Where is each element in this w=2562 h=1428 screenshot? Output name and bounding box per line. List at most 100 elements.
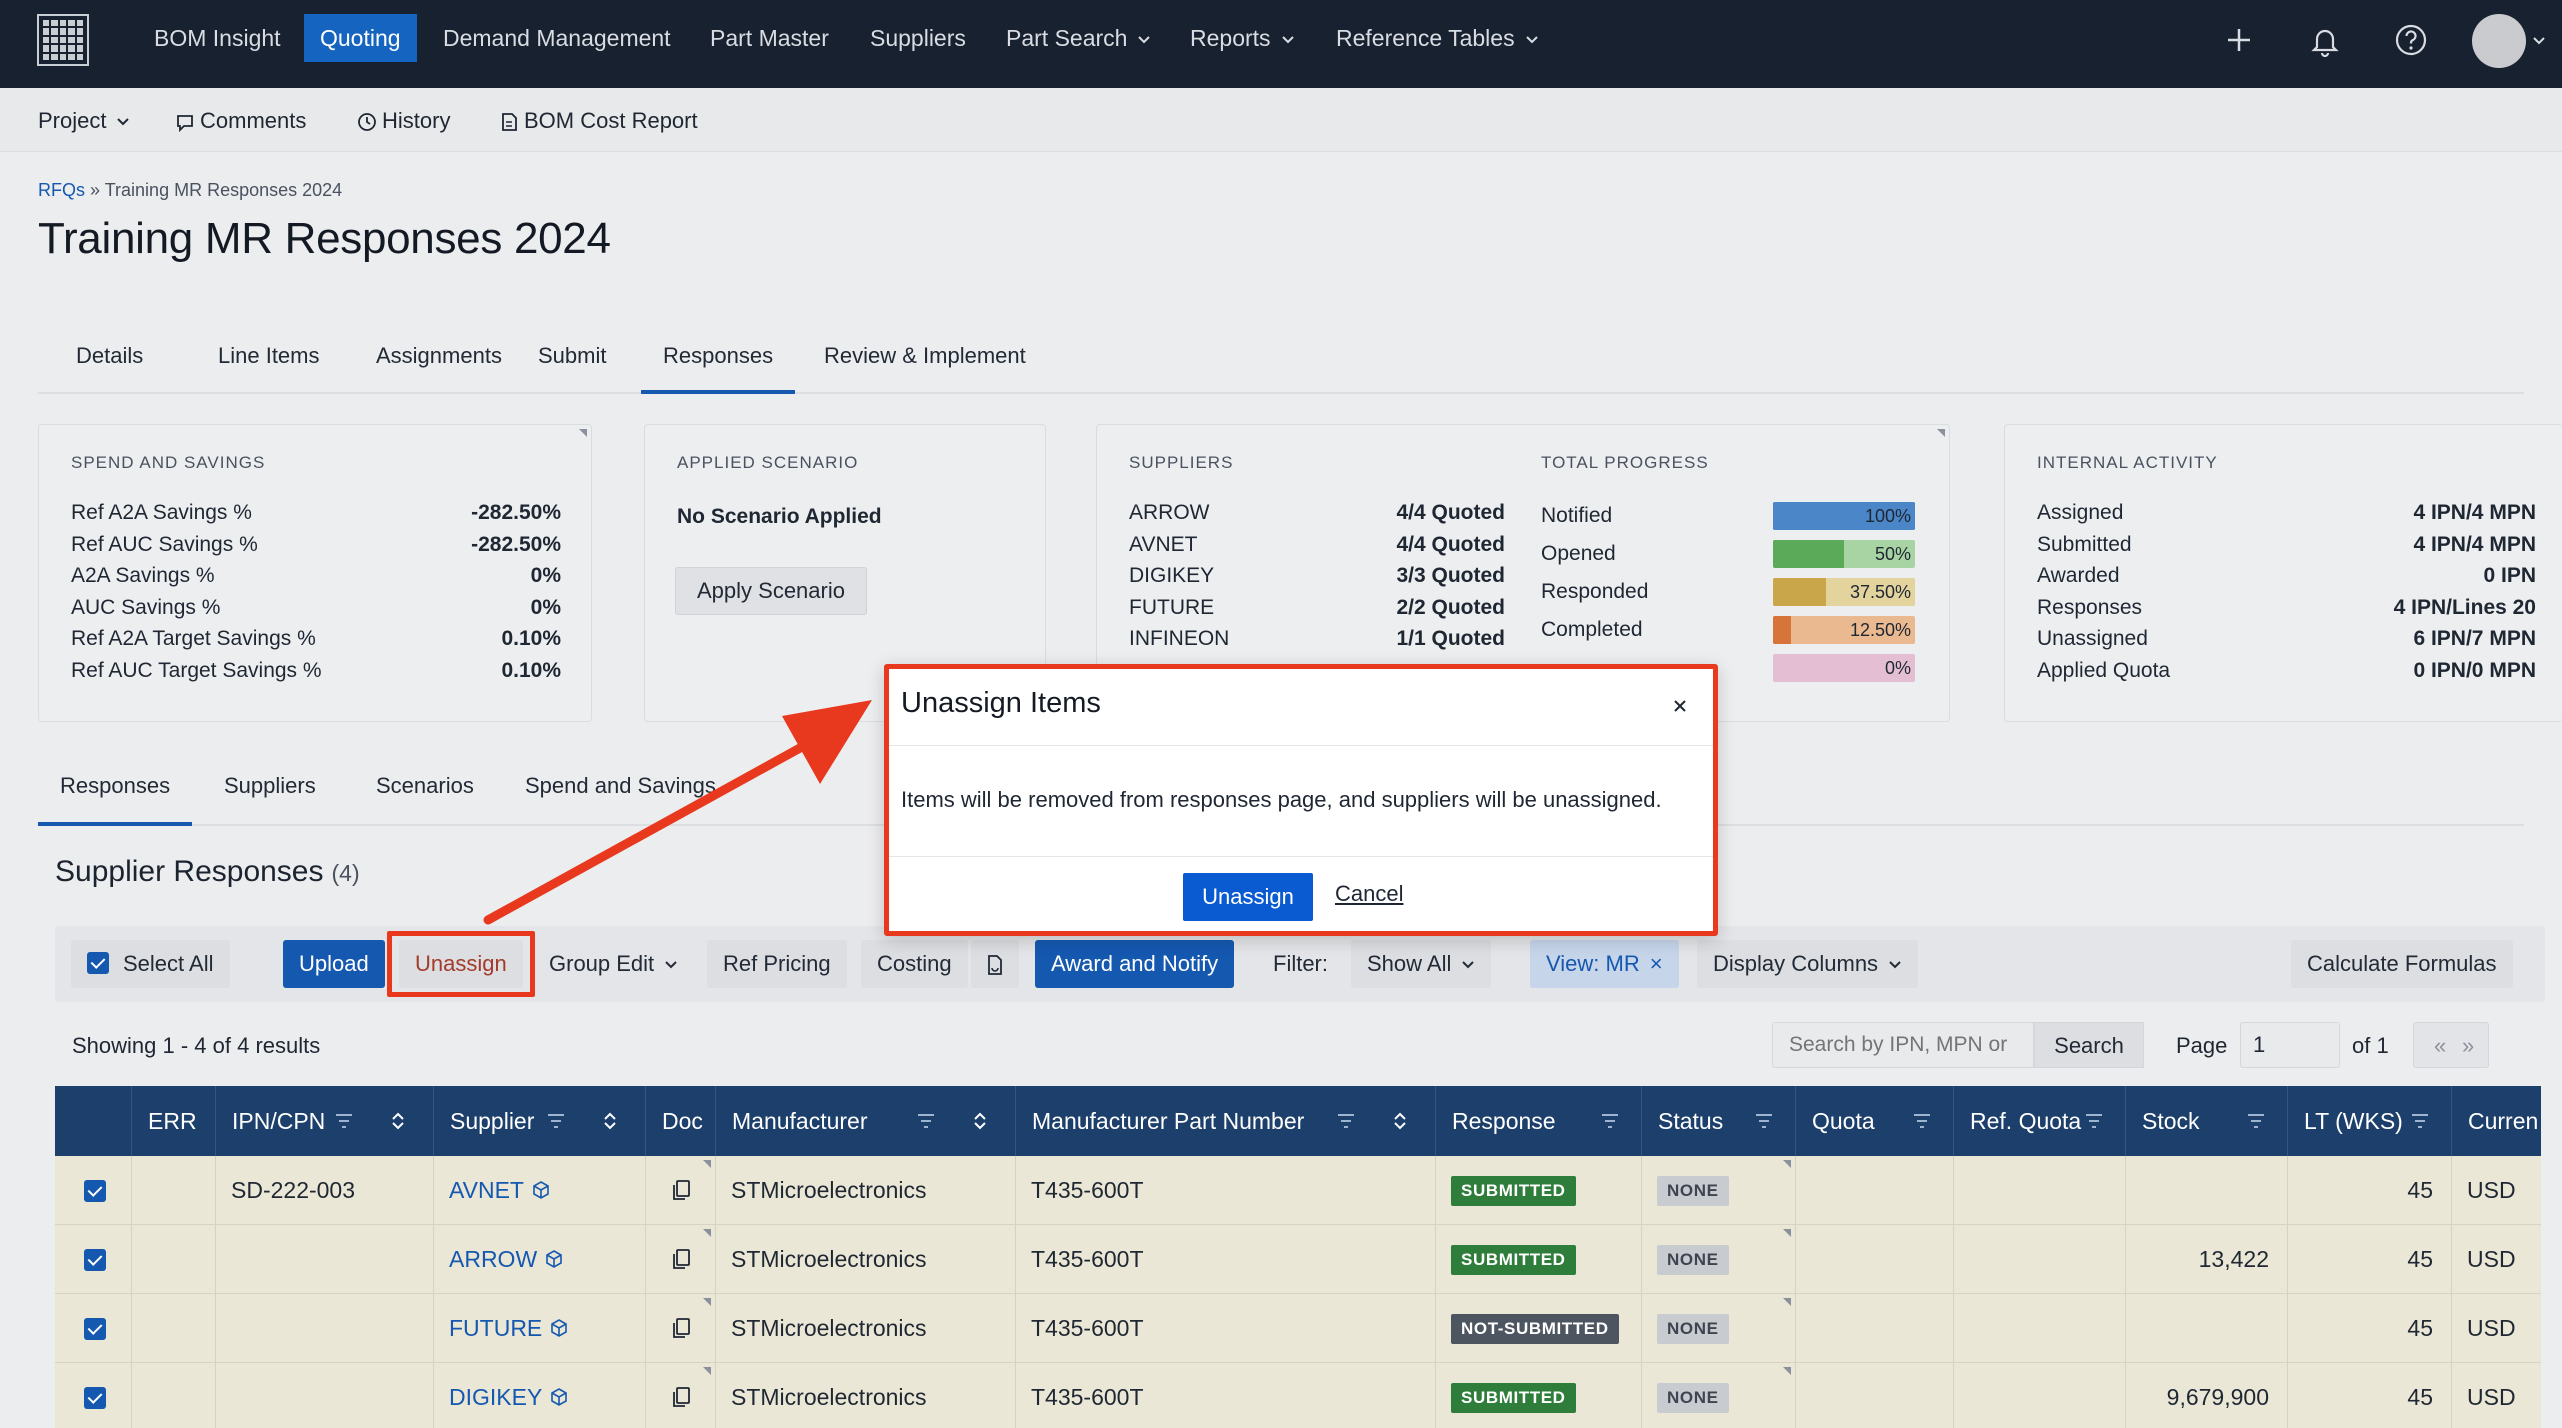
- award-and-notify-button[interactable]: Award and Notify: [1035, 940, 1235, 988]
- cell-supplier[interactable]: ARROW: [449, 1225, 565, 1294]
- filter-icon[interactable]: [1754, 1112, 1774, 1130]
- plus-icon[interactable]: [2219, 20, 2259, 60]
- cell-divider: [715, 1294, 716, 1363]
- row-checkbox[interactable]: [84, 1318, 106, 1340]
- copy-document-icon[interactable]: [669, 1316, 693, 1340]
- copy-document-icon[interactable]: [669, 1247, 693, 1271]
- column-header-doc[interactable]: Doc: [645, 1086, 715, 1156]
- cancel-button[interactable]: Cancel: [1335, 881, 1403, 907]
- prev-page-button[interactable]: «: [2434, 1033, 2446, 1059]
- subtab-suppliers[interactable]: Suppliers: [202, 756, 338, 826]
- nav-demand-management[interactable]: Demand Management: [427, 14, 687, 62]
- tab-line-items[interactable]: Line Items: [196, 330, 342, 394]
- results-count: Showing 1 - 4 of 4 results: [72, 1033, 321, 1058]
- upload-button[interactable]: Upload: [283, 940, 385, 988]
- confirm-unassign-button[interactable]: Unassign: [1183, 873, 1313, 921]
- column-header-lt[interactable]: LT (WKS): [2287, 1086, 2451, 1156]
- sub-navigation-bar: Project Comments History BOM Cost Report: [0, 88, 2562, 152]
- nav-reports[interactable]: Reports: [1174, 14, 1311, 62]
- column-header-err[interactable]: ERR: [131, 1086, 215, 1156]
- filter-icon[interactable]: [2084, 1112, 2104, 1130]
- row-checkbox[interactable]: [84, 1180, 106, 1202]
- filter-icon[interactable]: [1912, 1112, 1932, 1130]
- cell-supplier[interactable]: DIGIKEY: [449, 1363, 570, 1428]
- column-header-quota[interactable]: Quota: [1795, 1086, 1953, 1156]
- calculate-formulas-button[interactable]: Calculate Formulas: [2291, 940, 2513, 988]
- sort-icon[interactable]: [602, 1111, 618, 1131]
- cell-manufacturer: STMicroelectronics: [731, 1315, 927, 1341]
- history-link[interactable]: History: [356, 106, 450, 136]
- filter-icon[interactable]: [2410, 1112, 2430, 1130]
- app-grid-logo-icon[interactable]: [37, 14, 89, 66]
- filter-icon[interactable]: [2246, 1112, 2266, 1130]
- nav-quoting[interactable]: Quoting: [304, 14, 417, 62]
- column-header-currency[interactable]: Curren: [2451, 1086, 2541, 1156]
- remove-filter-icon[interactable]: ×: [1650, 951, 1663, 976]
- column-header-status[interactable]: Status: [1641, 1086, 1795, 1156]
- apply-scenario-button[interactable]: Apply Scenario: [675, 567, 867, 615]
- cell-supplier[interactable]: FUTURE: [449, 1294, 570, 1363]
- next-page-button[interactable]: »: [2462, 1033, 2474, 1059]
- column-header-supplier[interactable]: Supplier: [433, 1086, 645, 1156]
- subtab-responses[interactable]: Responses: [38, 756, 193, 826]
- bom-cost-report-link[interactable]: BOM Cost Report: [498, 106, 698, 136]
- filter-icon[interactable]: [1600, 1112, 1620, 1130]
- supplier-link[interactable]: FUTURE: [449, 1315, 542, 1341]
- project-menu[interactable]: Project: [38, 106, 130, 136]
- nav-part-master[interactable]: Part Master: [694, 14, 845, 62]
- table-row[interactable]: SD-222-003 AVNET STMicroelectronics T435-60…: [55, 1156, 2541, 1225]
- close-icon[interactable]: [1665, 691, 1695, 721]
- copy-document-icon[interactable]: [669, 1385, 693, 1409]
- filter-icon[interactable]: [334, 1112, 354, 1130]
- costing-button[interactable]: Costing: [861, 940, 968, 988]
- filter-dropdown[interactable]: Show All: [1351, 940, 1492, 988]
- sort-icon[interactable]: [972, 1111, 988, 1131]
- filter-icon[interactable]: [916, 1112, 936, 1130]
- column-header-mpn[interactable]: Manufacturer Part Number: [1015, 1086, 1435, 1156]
- comments-link[interactable]: Comments: [174, 106, 306, 136]
- table-row[interactable]: DIGIKEY STMicroelectronics T435-600T SUBMIT…: [55, 1363, 2541, 1428]
- supplier-link[interactable]: AVNET: [449, 1177, 524, 1203]
- breadcrumb-rfqs-link[interactable]: RFQs: [38, 180, 85, 200]
- copy-document-icon[interactable]: [669, 1178, 693, 1202]
- ref-pricing-button[interactable]: Ref Pricing: [707, 940, 847, 988]
- table-row[interactable]: ARROW STMicroelectronics T435-600T SUBMITTE…: [55, 1225, 2541, 1294]
- select-all-checkbox[interactable]: Select All: [71, 940, 230, 988]
- nav-bom-insight[interactable]: BOM Insight: [138, 14, 297, 62]
- nav-suppliers[interactable]: Suppliers: [854, 14, 982, 62]
- supplier-link[interactable]: DIGIKEY: [449, 1384, 542, 1410]
- help-icon[interactable]: [2391, 20, 2431, 60]
- chevron-down-icon[interactable]: [2532, 36, 2546, 46]
- display-columns-dropdown[interactable]: Display Columns: [1697, 940, 1919, 988]
- tab-responses[interactable]: Responses: [641, 330, 796, 394]
- supplier-link[interactable]: ARROW: [449, 1246, 537, 1272]
- column-header-response[interactable]: Response: [1435, 1086, 1641, 1156]
- tab-assignments[interactable]: Assignments: [354, 330, 524, 394]
- cell-ipn: SD-222-003: [231, 1177, 356, 1203]
- column-header-ref-quota[interactable]: Ref. Quota: [1953, 1086, 2125, 1156]
- tab-submit[interactable]: Submit: [516, 330, 628, 394]
- view-filter-pill[interactable]: View: MR ×: [1530, 940, 1679, 988]
- avatar[interactable]: [2472, 14, 2526, 68]
- filter-icon[interactable]: [1336, 1112, 1356, 1130]
- search-button[interactable]: Search: [2034, 1022, 2144, 1068]
- row-checkbox[interactable]: [84, 1387, 106, 1409]
- row-checkbox[interactable]: [84, 1249, 106, 1271]
- sort-icon[interactable]: [390, 1111, 406, 1131]
- tab-details[interactable]: Details: [54, 330, 165, 394]
- nav-part-search[interactable]: Part Search: [990, 14, 1167, 62]
- page-number-input[interactable]: [2240, 1022, 2340, 1068]
- bell-icon[interactable]: [2305, 20, 2345, 60]
- nav-reference-tables[interactable]: Reference Tables: [1320, 14, 1555, 62]
- column-header-stock[interactable]: Stock: [2125, 1086, 2287, 1156]
- column-header-ipn[interactable]: IPN/CPN: [215, 1086, 433, 1156]
- export-button[interactable]: [971, 940, 1019, 988]
- group-edit-menu[interactable]: Group Edit: [533, 940, 694, 988]
- cell-supplier[interactable]: AVNET: [449, 1156, 552, 1225]
- filter-icon[interactable]: [546, 1112, 566, 1130]
- tab-review-implement[interactable]: Review & Implement: [802, 330, 1048, 394]
- sort-icon[interactable]: [1392, 1111, 1408, 1131]
- search-input[interactable]: [1772, 1022, 2034, 1068]
- column-header-manufacturer[interactable]: Manufacturer: [715, 1086, 1015, 1156]
- table-row[interactable]: FUTURE STMicroelectronics T435-600T NOT-SUB…: [55, 1294, 2541, 1363]
